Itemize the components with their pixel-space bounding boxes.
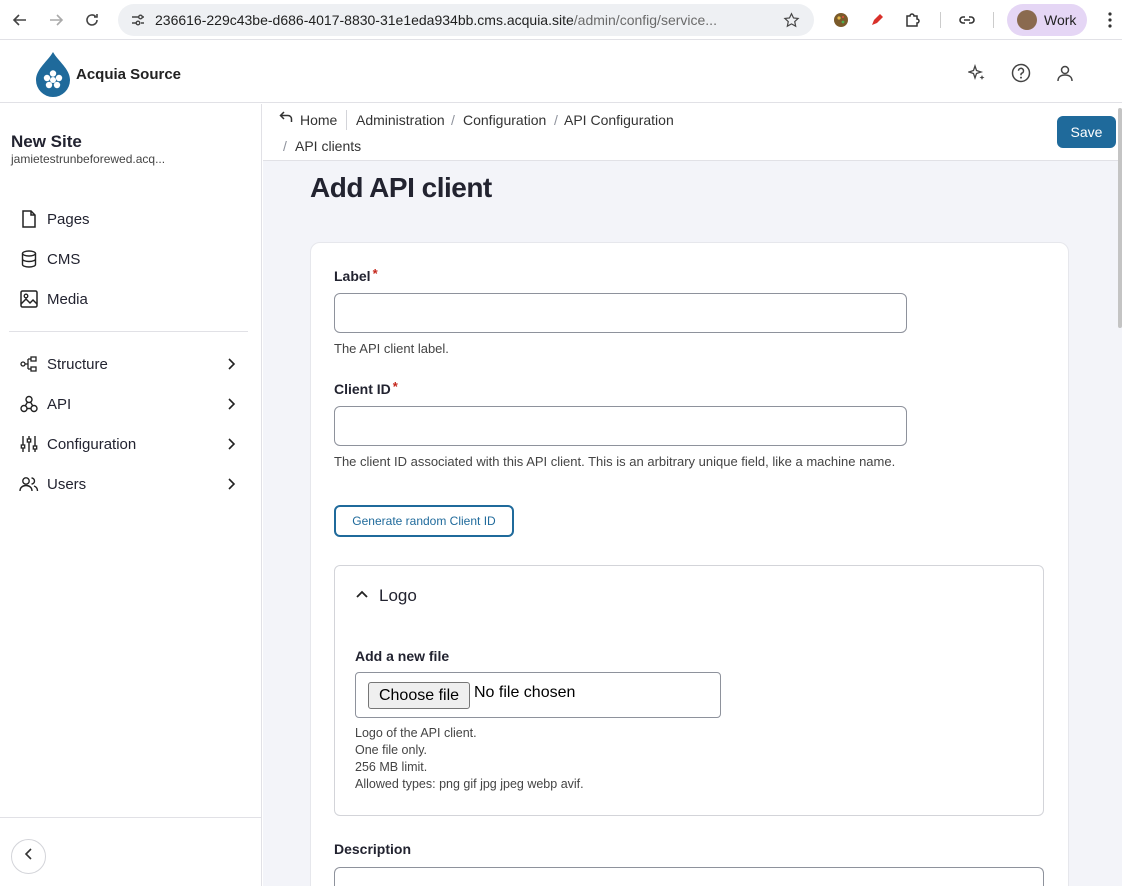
- collapse-sidebar-button[interactable]: [11, 839, 46, 874]
- add-file-label: Add a new file: [355, 648, 450, 664]
- main-content: Home Administration / Configuration / AP…: [263, 104, 1122, 886]
- profile-avatar: [1017, 10, 1037, 30]
- chevron-right-icon: [223, 436, 239, 456]
- breadcrumb-api-configuration[interactable]: API Configuration: [564, 112, 674, 128]
- link-icon[interactable]: [955, 8, 979, 32]
- sidebar-item-label: Configuration: [47, 435, 137, 453]
- drupal-drop-icon: [36, 52, 70, 97]
- label-field-label: Label *: [334, 266, 378, 284]
- extension-pen-icon[interactable]: [865, 8, 889, 32]
- browser-toolbar: 236616-229c43be-d686-4017-8830-31e1eda93…: [0, 0, 1122, 40]
- sparkle-ai-icon[interactable]: [966, 62, 988, 84]
- back-icon[interactable]: [8, 8, 32, 32]
- logo-fieldset: Logo Add a new file Choose file No file …: [334, 565, 1044, 816]
- sliders-icon: [19, 434, 39, 454]
- extension-cookie-icon[interactable]: [829, 8, 853, 32]
- structure-icon: [19, 354, 39, 374]
- sidebar-item-users[interactable]: Users: [19, 472, 243, 496]
- required-marker: *: [392, 379, 398, 394]
- chevron-right-icon: [223, 396, 239, 416]
- sidebar-footer-divider: [0, 817, 262, 818]
- breadcrumb-configuration[interactable]: Configuration: [463, 112, 546, 128]
- sidebar: New Site jamietestrunbeforewed.acq... Pa…: [0, 104, 262, 886]
- label-input[interactable]: [334, 293, 907, 333]
- api-icon: [19, 394, 39, 414]
- chevron-right-icon: [223, 476, 239, 496]
- user-account-icon[interactable]: [1054, 62, 1076, 84]
- page-icon: [19, 209, 39, 229]
- breadcrumb-bar: Home Administration / Configuration / AP…: [263, 104, 1122, 161]
- sidebar-item-pages[interactable]: Pages: [19, 207, 243, 231]
- help-icon[interactable]: [1010, 62, 1032, 84]
- breadcrumb-separator: /: [451, 112, 455, 128]
- client-id-input[interactable]: [334, 406, 907, 446]
- breadcrumb-separator: /: [283, 138, 287, 154]
- breadcrumb-home[interactable]: Home: [300, 112, 337, 128]
- more-menu-icon[interactable]: [1098, 8, 1122, 32]
- breadcrumb-api-clients[interactable]: API clients: [295, 138, 361, 154]
- breadcrumb-separator: /: [554, 112, 558, 128]
- brand-name: Acquia Source: [76, 65, 182, 83]
- sidebar-item-label: Users: [47, 475, 87, 493]
- logo-help-text: Logo of the API client. One file only. 2…: [355, 726, 584, 791]
- sidebar-item-label: Media: [47, 290, 88, 308]
- site-url[interactable]: jamietestrunbeforewed.acq...: [11, 152, 165, 166]
- toolbar-divider: [940, 12, 941, 28]
- sidebar-item-label: API: [47, 395, 72, 413]
- sidebar-item-cms[interactable]: CMS: [19, 247, 243, 271]
- required-marker: *: [372, 266, 378, 281]
- chevron-right-icon: [223, 356, 239, 376]
- breadcrumb-divider: [346, 110, 347, 130]
- sidebar-item-structure[interactable]: Structure: [19, 352, 243, 376]
- breadcrumb-administration[interactable]: Administration: [356, 112, 445, 128]
- image-icon: [19, 289, 39, 309]
- brand-logo[interactable]: Acquia Source: [34, 51, 181, 97]
- sidebar-item-configuration[interactable]: Configuration: [19, 432, 243, 456]
- site-settings-icon[interactable]: [126, 8, 150, 32]
- sidebar-item-label: Pages: [47, 210, 90, 228]
- profile-label: Work: [1044, 12, 1077, 28]
- extensions-puzzle-icon[interactable]: [901, 8, 925, 32]
- sidebar-divider: [9, 331, 248, 332]
- generate-client-id-button[interactable]: Generate random Client ID: [334, 505, 514, 537]
- save-button[interactable]: Save: [1057, 116, 1116, 148]
- users-icon: [19, 474, 39, 494]
- label-help-text: The API client label.: [334, 341, 449, 356]
- toolbar-divider: [993, 12, 994, 28]
- client-id-field-label: Client ID *: [334, 379, 398, 397]
- address-bar[interactable]: 236616-229c43be-d686-4017-8830-31e1eda93…: [118, 4, 814, 36]
- choose-file-button[interactable]: Choose file: [368, 682, 470, 709]
- client-id-help-text: The client ID associated with this API c…: [334, 454, 896, 469]
- reload-icon[interactable]: [80, 8, 104, 32]
- return-arrow-icon: [279, 110, 293, 129]
- page-title: Add API client: [310, 172, 492, 203]
- file-upload-input[interactable]: Choose file No file chosen: [355, 672, 721, 718]
- app-header: Acquia Source: [0, 41, 1122, 103]
- description-field-label: Description: [334, 841, 412, 857]
- url-text: 236616-229c43be-d686-4017-8830-31e1eda93…: [155, 12, 717, 28]
- logo-summary-toggle[interactable]: Logo: [355, 586, 417, 606]
- forward-icon[interactable]: [44, 8, 68, 32]
- api-client-form: Label * The API client label. Client ID * …: [310, 242, 1069, 886]
- description-input[interactable]: [334, 867, 1044, 886]
- sidebar-item-media[interactable]: Media: [19, 287, 243, 311]
- site-name: New Site: [11, 132, 82, 151]
- chevron-left-icon: [22, 847, 36, 866]
- sidebar-item-label: CMS: [47, 250, 81, 268]
- chevron-up-icon: [355, 586, 369, 606]
- sidebar-item-api[interactable]: API: [19, 392, 243, 416]
- bookmark-star-icon[interactable]: [779, 8, 803, 32]
- logo-summary-label: Logo: [379, 586, 417, 605]
- profile-chip[interactable]: Work: [1007, 4, 1087, 36]
- database-icon: [19, 249, 39, 269]
- sidebar-item-label: Structure: [47, 355, 108, 373]
- page-scrollbar[interactable]: [1118, 108, 1122, 328]
- file-status-text: No file chosen: [474, 684, 576, 701]
